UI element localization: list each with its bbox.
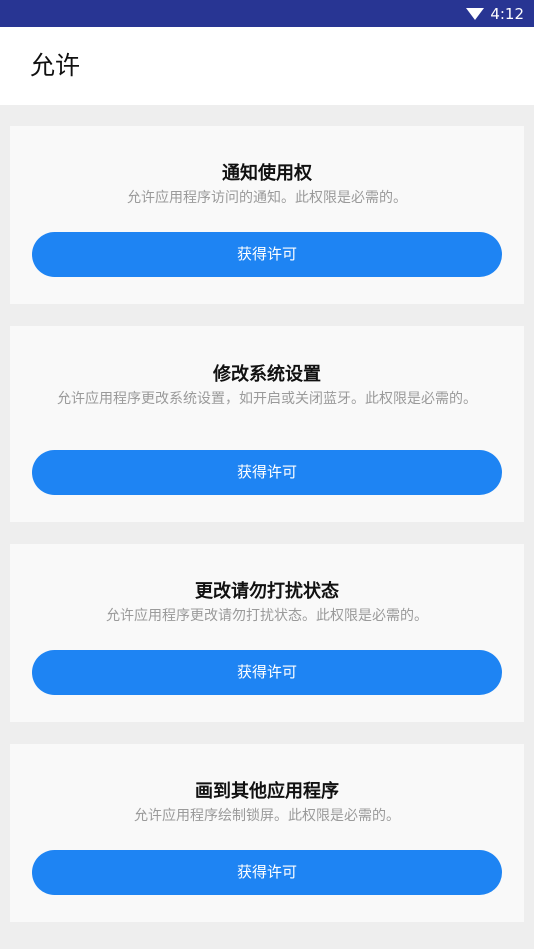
permission-card-draw-over-apps: 画到其他应用程序 允许应用程序绘制锁屏。此权限是必需的。 获得许可 — [10, 744, 524, 922]
permission-card-system-settings: 修改系统设置 允许应用程序更改系统设置，如开启或关闭蓝牙。此权限是必需的。 获得… — [10, 326, 524, 522]
wifi-icon — [466, 7, 485, 21]
grant-permission-button[interactable]: 获得许可 — [32, 450, 502, 495]
app-bar: 允许 — [0, 27, 534, 105]
card-description: 允许应用程序更改请勿打扰状态。此权限是必需的。 — [106, 608, 428, 624]
card-title: 修改系统设置 — [213, 364, 321, 385]
card-description: 允许应用程序访问的通知。此权限是必需的。 — [127, 190, 407, 206]
status-time: 4:12 — [490, 5, 524, 23]
permission-card-notification: 通知使用权 允许应用程序访问的通知。此权限是必需的。 获得许可 — [10, 126, 524, 304]
permission-card-do-not-disturb: 更改请勿打扰状态 允许应用程序更改请勿打扰状态。此权限是必需的。 获得许可 — [10, 544, 524, 722]
card-title: 画到其他应用程序 — [195, 781, 339, 802]
grant-permission-button[interactable]: 获得许可 — [32, 850, 502, 895]
card-title: 更改请勿打扰状态 — [195, 581, 339, 602]
grant-permission-button[interactable]: 获得许可 — [32, 232, 502, 277]
grant-permission-button[interactable]: 获得许可 — [32, 650, 502, 695]
status-icons: 4:12 — [466, 4, 524, 24]
card-description: 允许应用程序绘制锁屏。此权限是必需的。 — [134, 808, 400, 824]
card-title: 通知使用权 — [222, 163, 312, 184]
page-title: 允许 — [30, 51, 81, 80]
card-description: 允许应用程序更改系统设置，如开启或关闭蓝牙。此权限是必需的。 — [57, 391, 477, 407]
status-bar: 4:12 — [0, 0, 534, 27]
